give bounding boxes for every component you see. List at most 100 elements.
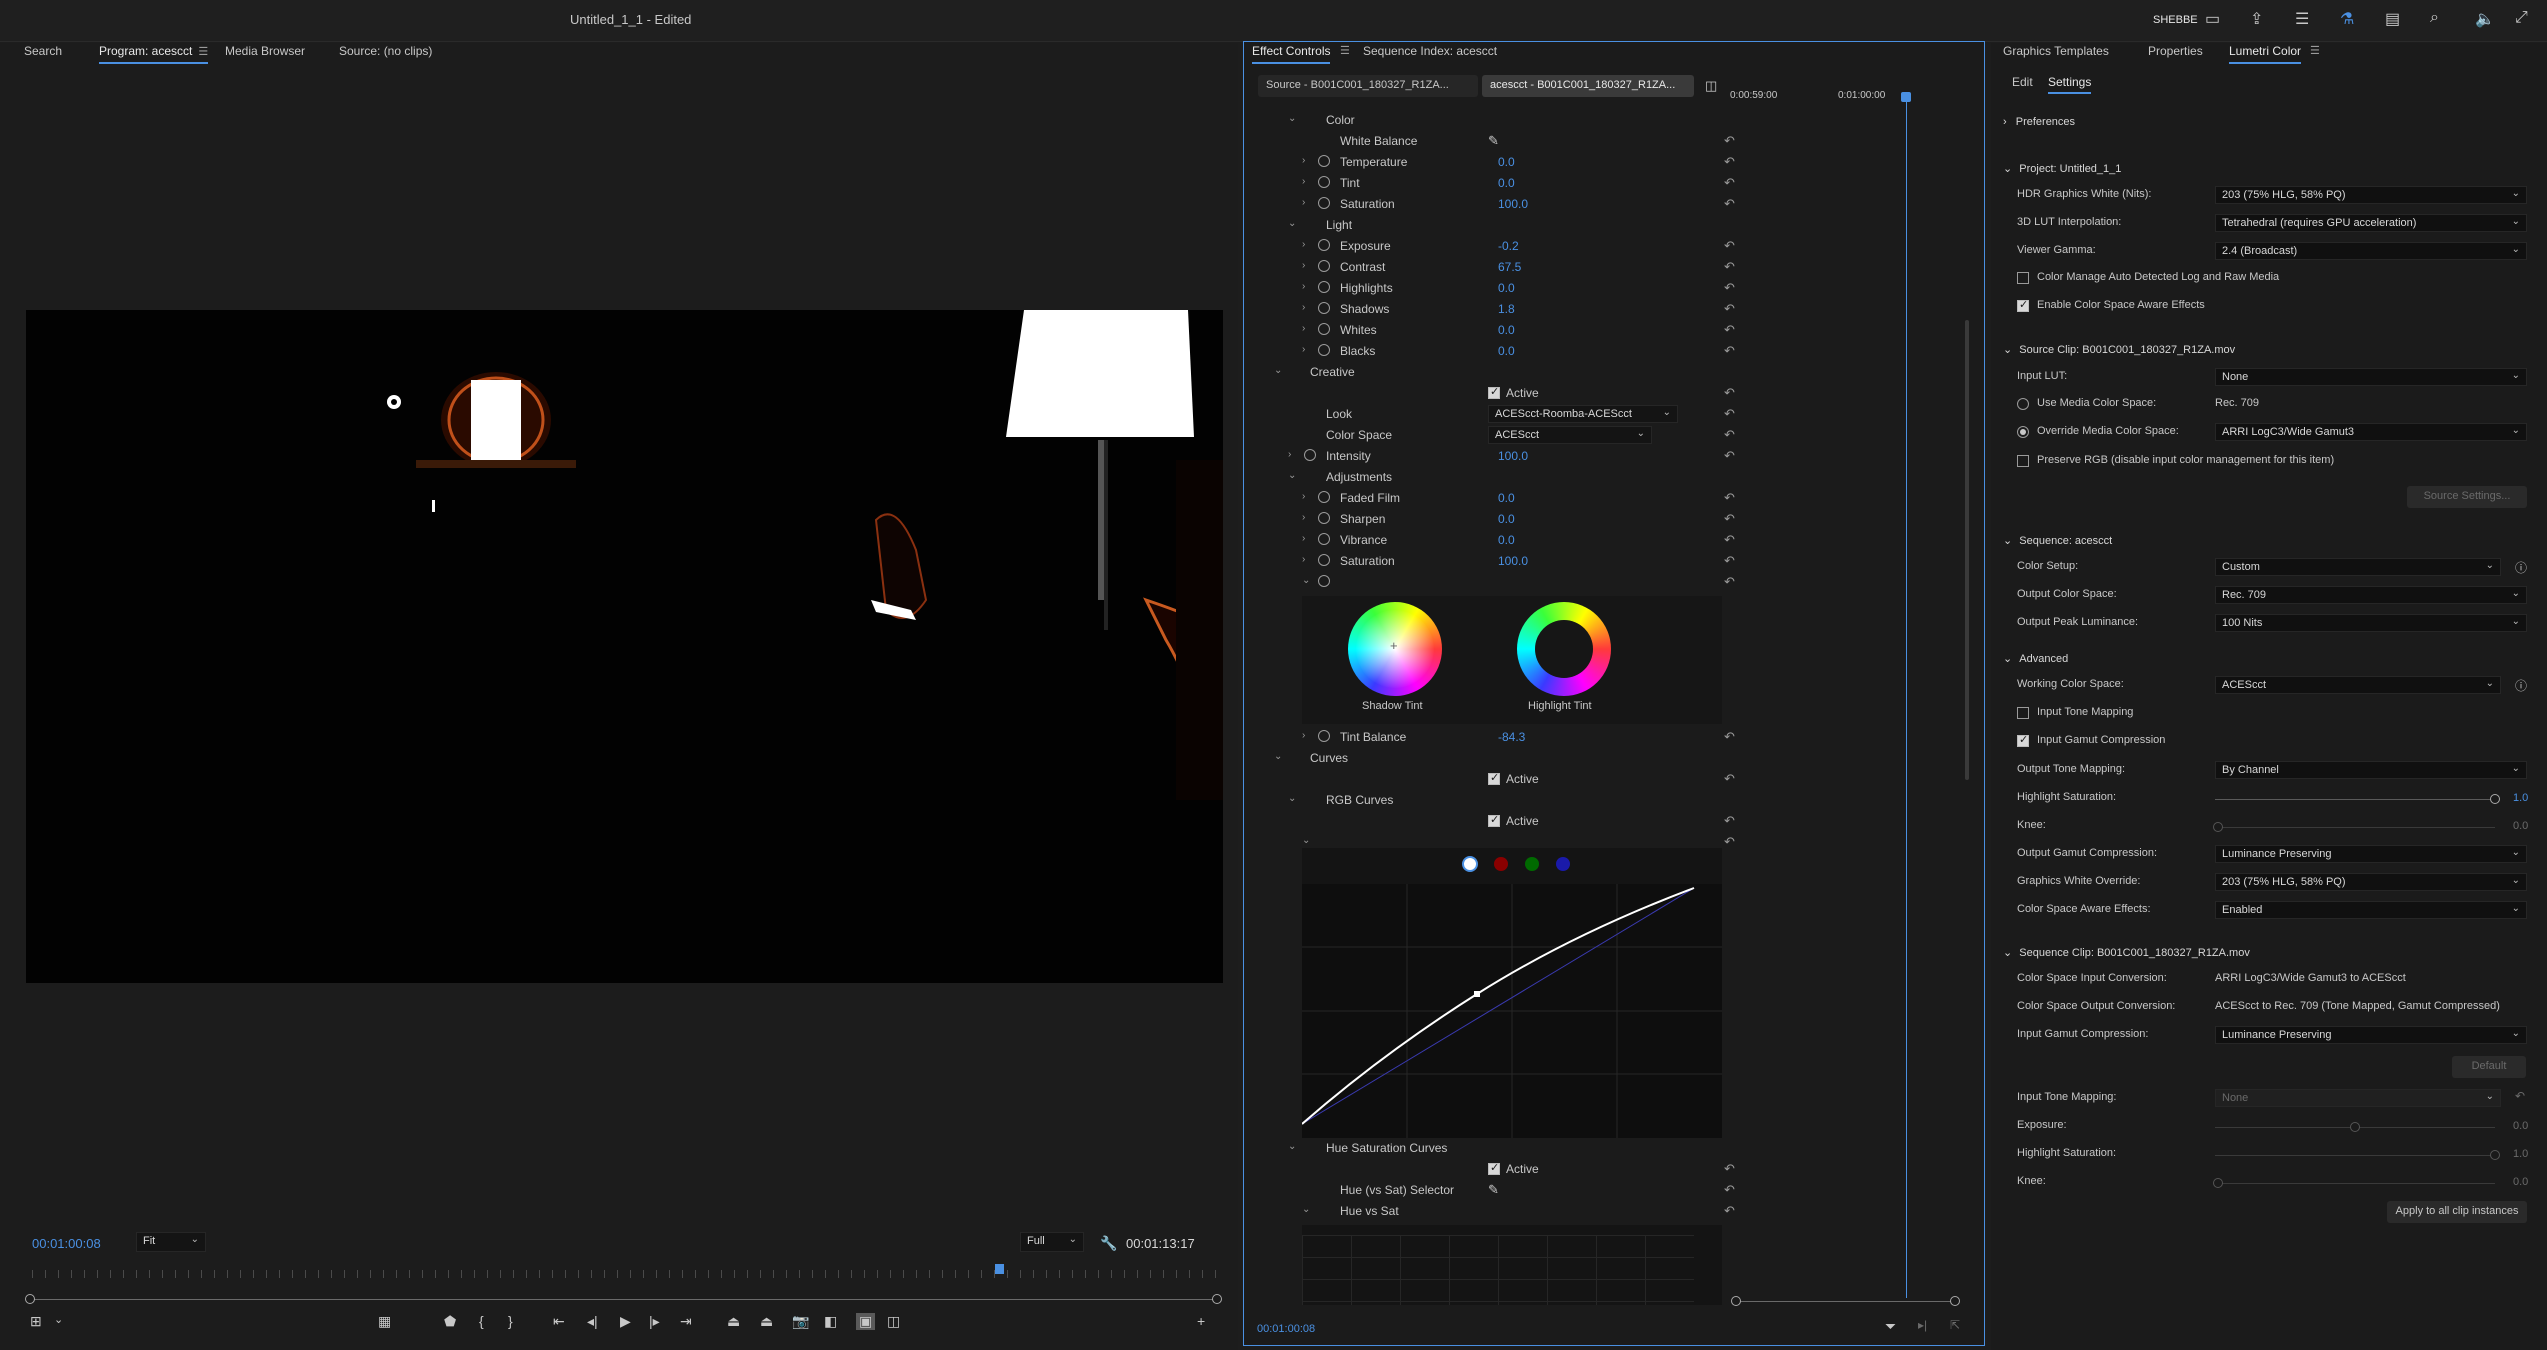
chevron-down-icon[interactable]: ⌄ — [1288, 793, 1296, 804]
ec-playhead-head[interactable] — [1901, 92, 1911, 102]
preserve-rgb-checkbox[interactable] — [2017, 455, 2029, 467]
rgb-curve-editor[interactable] — [1302, 848, 1722, 1138]
section-color[interactable]: ⌄ Color — [1270, 110, 1740, 131]
zoom-bar-start-handle[interactable] — [25, 1294, 35, 1304]
chevron-right-icon[interactable]: › — [1302, 197, 1305, 208]
chevron-right-icon[interactable]: › — [1302, 512, 1305, 523]
section-curves[interactable]: ⌄ Curves — [1270, 748, 1740, 769]
volume-icon[interactable]: 🔈 — [2475, 9, 2495, 29]
subtab-edit[interactable]: Edit — [2012, 75, 2033, 89]
reset-icon[interactable]: ↶ — [1724, 280, 1735, 296]
knee-knob[interactable] — [2213, 822, 2223, 832]
reset-icon[interactable]: ↶ — [1724, 133, 1735, 149]
panel-menu-icon[interactable]: ☰ — [198, 46, 208, 58]
ec-zoom-end-handle[interactable] — [1950, 1296, 1960, 1306]
toggle-proxies-icon[interactable]: ▣ — [856, 1313, 876, 1330]
play-audio-icon[interactable]: ▸| — [1918, 1318, 1927, 1332]
param-value[interactable]: 0.0 — [1498, 344, 1515, 358]
reset-icon[interactable]: ↶ — [1724, 511, 1735, 527]
active-checkbox[interactable] — [1488, 1161, 1500, 1175]
sequence-clip-tab[interactable]: acescct - B001C001_180327_R1ZA... — [1482, 75, 1694, 97]
export-frame-icon[interactable]: ▦ — [378, 1313, 391, 1330]
reset-icon[interactable]: ↶ — [1724, 259, 1735, 275]
filter-icon[interactable]: ⏷ — [1885, 1318, 1896, 1335]
param-value[interactable]: 67.5 — [1498, 260, 1521, 274]
chevron-down-icon[interactable]: ⌄ — [1288, 470, 1296, 481]
reset-icon[interactable]: ↶ — [1724, 729, 1735, 745]
stopwatch-icon[interactable] — [1318, 730, 1330, 742]
active-checkbox[interactable] — [1488, 385, 1500, 399]
source-clip-section[interactable]: ⌄ Source Clip: B001C001_180327_R1ZA.mov — [2003, 343, 2235, 356]
clip-knee-slider[interactable] — [2215, 1183, 2495, 1184]
clip-input-tone-select[interactable]: None ⌄ — [2215, 1089, 2501, 1107]
ec-zoom-bar[interactable] — [1736, 1301, 1957, 1302]
reset-icon[interactable]: ↶ — [1724, 196, 1735, 212]
panel-menu-icon[interactable]: ☰ — [1340, 44, 1350, 57]
menu-list-icon[interactable]: ☰ — [2295, 9, 2309, 29]
chevron-down-icon[interactable]: ⌄ — [1274, 751, 1282, 762]
eyedropper-icon[interactable]: ✎ — [1488, 133, 1499, 149]
reset-icon[interactable]: ↶ — [1724, 490, 1735, 506]
reset-icon[interactable]: ↶ — [1724, 322, 1735, 338]
clip-exposure-knob[interactable] — [2350, 1122, 2360, 1132]
zoom-select[interactable]: Fit ⌄ — [136, 1232, 206, 1252]
cs-aware-checkbox[interactable] — [2017, 298, 2029, 312]
chevron-down-icon[interactable]: ⌄ — [1302, 575, 1310, 586]
tab-sequence-index[interactable]: Sequence Index: acescct — [1363, 44, 1497, 58]
param-value[interactable]: 0.0 — [1498, 155, 1515, 169]
reset-icon[interactable]: ↶ — [1724, 343, 1735, 359]
default-button[interactable]: Default — [2452, 1056, 2526, 1078]
settings-grid-icon[interactable]: ⊞ — [30, 1313, 42, 1330]
tab-properties[interactable]: Properties — [2148, 44, 2203, 58]
reset-icon[interactable]: ↶ — [1724, 813, 1735, 829]
look-select[interactable]: ACEScct-Roomba-ACEScct ⌄ — [1488, 405, 1678, 423]
section-adjustments[interactable]: ⌄ Adjustments — [1270, 467, 1740, 488]
playhead-marker[interactable] — [995, 1264, 1004, 1274]
output-tone-select[interactable]: By Channel ⌄ — [2215, 761, 2527, 779]
stopwatch-icon[interactable] — [1318, 197, 1330, 209]
info-icon[interactable]: ⓘ — [2515, 677, 2527, 694]
hue-vs-sat-graph[interactable] — [1302, 1225, 1722, 1305]
section-creative[interactable]: ⌄ Creative — [1270, 362, 1740, 383]
mark-in-icon[interactable]: { — [479, 1313, 484, 1329]
apply-all-instances-button[interactable]: Apply to all clip instances — [2387, 1201, 2527, 1223]
channel-red-dot[interactable] — [1494, 857, 1508, 871]
param-value[interactable]: -84.3 — [1498, 730, 1525, 744]
tab-effect-controls[interactable]: Effect Controls — [1252, 44, 1331, 64]
stopwatch-icon[interactable] — [1318, 260, 1330, 272]
reset-icon[interactable]: ↶ — [1724, 574, 1735, 590]
active-checkbox[interactable] — [1488, 813, 1500, 827]
highlight-sat-value[interactable]: 1.0 — [2513, 792, 2528, 804]
param-value[interactable]: 0.0 — [1498, 323, 1515, 337]
chevron-right-icon[interactable]: › — [1302, 554, 1305, 565]
hue-vs-sat-row[interactable]: ⌄ Hue vs Sat ↶ — [1270, 1201, 1740, 1222]
program-ruler[interactable] — [32, 1264, 1222, 1280]
shadow-tint-wheel[interactable]: + — [1348, 602, 1442, 696]
ec-playhead[interactable] — [1906, 92, 1907, 1298]
param-value[interactable]: 100.0 — [1498, 197, 1528, 211]
camera-icon[interactable]: 📷 — [792, 1313, 809, 1330]
comment-icon[interactable]: ▤ — [2385, 9, 2400, 29]
reset-icon[interactable]: ↶ — [1724, 448, 1735, 464]
reset-icon[interactable]: ↶ — [1724, 154, 1735, 170]
fullscreen-icon[interactable]: ⤢ — [2515, 9, 2528, 27]
username[interactable]: SHEBBE — [2153, 14, 2198, 26]
highlight-sat-knob[interactable] — [2490, 794, 2500, 804]
reset-icon[interactable]: ↶ — [1724, 1161, 1735, 1177]
section-hue-sat-curves[interactable]: ⌄ Hue Saturation Curves — [1270, 1138, 1740, 1159]
add-marker-icon[interactable]: ⬟ — [444, 1313, 456, 1330]
stopwatch-icon[interactable] — [1318, 575, 1330, 587]
export-icon[interactable]: ⇱ — [1950, 1318, 1960, 1332]
viewer-gamma-select[interactable]: 2.4 (Broadcast) ⌄ — [2215, 242, 2527, 260]
chevron-right-icon[interactable]: › — [1302, 533, 1305, 544]
reset-icon[interactable]: ↶ — [1724, 771, 1735, 787]
tab-media-browser[interactable]: Media Browser — [225, 44, 305, 58]
channel-white-dot[interactable] — [1462, 856, 1478, 872]
chevron-right-icon[interactable]: › — [1302, 239, 1305, 250]
mark-out-icon[interactable]: } — [508, 1313, 513, 1329]
ec-zoom-start-handle[interactable] — [1731, 1296, 1741, 1306]
section-rgb-curves[interactable]: ⌄ RGB Curves — [1270, 790, 1740, 811]
preferences-section[interactable]: › Preferences — [2003, 116, 2075, 128]
chevron-down-icon[interactable]: ⌄ — [1302, 1204, 1310, 1215]
sequence-section[interactable]: ⌄ Sequence: acescct — [2003, 534, 2112, 547]
